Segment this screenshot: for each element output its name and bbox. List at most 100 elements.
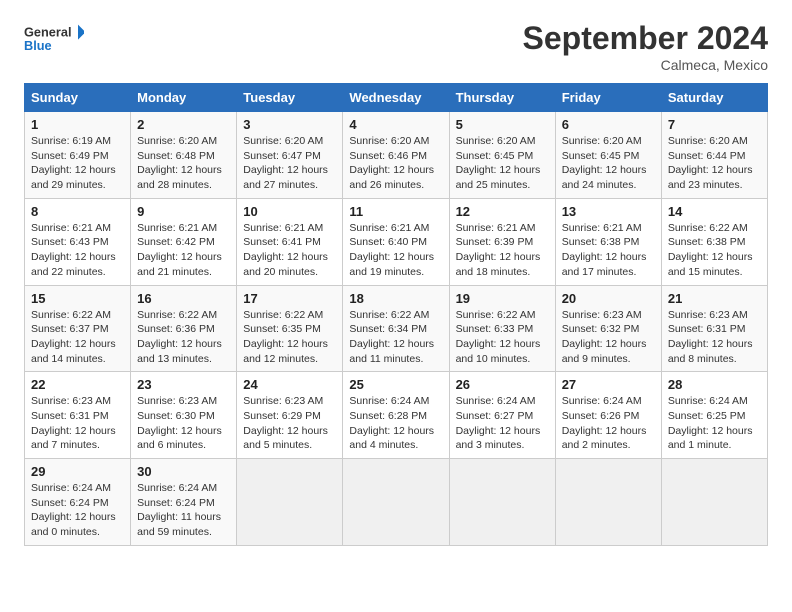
weekday-header-friday: Friday (555, 84, 661, 112)
calendar-cell: 7 Sunrise: 6:20 AM Sunset: 6:44 PM Daylig… (661, 112, 767, 199)
day-info: Sunrise: 6:21 AM Sunset: 6:40 PM Dayligh… (349, 221, 442, 280)
weekday-header-wednesday: Wednesday (343, 84, 449, 112)
calendar-cell: 25 Sunrise: 6:24 AM Sunset: 6:28 PM Dayli… (343, 372, 449, 459)
day-number: 24 (243, 377, 336, 392)
calendar-week-row: 8Sunrise: 6:21 AM Sunset: 6:43 PM Daylig… (25, 198, 768, 285)
calendar-cell: 17 Sunrise: 6:22 AM Sunset: 6:35 PM Dayli… (237, 285, 343, 372)
day-number: 7 (668, 117, 761, 132)
weekday-header-thursday: Thursday (449, 84, 555, 112)
calendar-cell (449, 459, 555, 546)
day-info: Sunrise: 6:24 AM Sunset: 6:27 PM Dayligh… (456, 394, 549, 453)
day-info: Sunrise: 6:21 AM Sunset: 6:42 PM Dayligh… (137, 221, 230, 280)
day-number: 8 (31, 204, 124, 219)
day-number: 15 (31, 291, 124, 306)
calendar-cell: 14 Sunrise: 6:22 AM Sunset: 6:38 PM Dayli… (661, 198, 767, 285)
day-number: 1 (31, 117, 124, 132)
calendar-cell: 8Sunrise: 6:21 AM Sunset: 6:43 PM Daylig… (25, 198, 131, 285)
day-info: Sunrise: 6:24 AM Sunset: 6:24 PM Dayligh… (31, 481, 124, 540)
day-info: Sunrise: 6:20 AM Sunset: 6:44 PM Dayligh… (668, 134, 761, 193)
day-number: 28 (668, 377, 761, 392)
weekday-header-sunday: Sunday (25, 84, 131, 112)
day-info: Sunrise: 6:22 AM Sunset: 6:35 PM Dayligh… (243, 308, 336, 367)
day-number: 25 (349, 377, 442, 392)
calendar-cell: 18 Sunrise: 6:22 AM Sunset: 6:34 PM Dayli… (343, 285, 449, 372)
day-info: Sunrise: 6:23 AM Sunset: 6:31 PM Dayligh… (31, 394, 124, 453)
day-number: 5 (456, 117, 549, 132)
calendar-cell: 1 Sunrise: 6:19 AM Sunset: 6:49 PM Daylig… (25, 112, 131, 199)
day-number: 13 (562, 204, 655, 219)
day-info: Sunrise: 6:22 AM Sunset: 6:36 PM Dayligh… (137, 308, 230, 367)
day-number: 17 (243, 291, 336, 306)
day-info: Sunrise: 6:19 AM Sunset: 6:49 PM Dayligh… (31, 134, 124, 193)
calendar-cell: 19 Sunrise: 6:22 AM Sunset: 6:33 PM Dayli… (449, 285, 555, 372)
day-info: Sunrise: 6:24 AM Sunset: 6:26 PM Dayligh… (562, 394, 655, 453)
calendar-week-row: 1 Sunrise: 6:19 AM Sunset: 6:49 PM Daylig… (25, 112, 768, 199)
calendar-table: SundayMondayTuesdayWednesdayThursdayFrid… (24, 83, 768, 546)
day-info: Sunrise: 6:22 AM Sunset: 6:34 PM Dayligh… (349, 308, 442, 367)
calendar-cell (343, 459, 449, 546)
calendar-cell: 24 Sunrise: 6:23 AM Sunset: 6:29 PM Dayli… (237, 372, 343, 459)
day-info: Sunrise: 6:24 AM Sunset: 6:24 PM Dayligh… (137, 481, 230, 540)
logo: General Blue (24, 20, 84, 60)
day-number: 10 (243, 204, 336, 219)
month-title: September 2024 (523, 20, 768, 57)
day-number: 3 (243, 117, 336, 132)
calendar-cell: 21Sunrise: 6:23 AM Sunset: 6:31 PM Dayli… (661, 285, 767, 372)
day-number: 16 (137, 291, 230, 306)
day-info: Sunrise: 6:23 AM Sunset: 6:30 PM Dayligh… (137, 394, 230, 453)
weekday-header-monday: Monday (131, 84, 237, 112)
day-info: Sunrise: 6:24 AM Sunset: 6:28 PM Dayligh… (349, 394, 442, 453)
day-info: Sunrise: 6:20 AM Sunset: 6:45 PM Dayligh… (562, 134, 655, 193)
calendar-week-row: 22Sunrise: 6:23 AM Sunset: 6:31 PM Dayli… (25, 372, 768, 459)
svg-text:General: General (24, 25, 71, 40)
day-info: Sunrise: 6:22 AM Sunset: 6:37 PM Dayligh… (31, 308, 124, 367)
day-info: Sunrise: 6:22 AM Sunset: 6:38 PM Dayligh… (668, 221, 761, 280)
day-info: Sunrise: 6:20 AM Sunset: 6:48 PM Dayligh… (137, 134, 230, 193)
calendar-cell: 16 Sunrise: 6:22 AM Sunset: 6:36 PM Dayli… (131, 285, 237, 372)
calendar-cell: 29 Sunrise: 6:24 AM Sunset: 6:24 PM Dayli… (25, 459, 131, 546)
day-info: Sunrise: 6:20 AM Sunset: 6:46 PM Dayligh… (349, 134, 442, 193)
calendar-cell: 4Sunrise: 6:20 AM Sunset: 6:46 PM Daylig… (343, 112, 449, 199)
calendar-cell: 6 Sunrise: 6:20 AM Sunset: 6:45 PM Daylig… (555, 112, 661, 199)
day-info: Sunrise: 6:20 AM Sunset: 6:45 PM Dayligh… (456, 134, 549, 193)
day-number: 20 (562, 291, 655, 306)
day-number: 14 (668, 204, 761, 219)
calendar-cell: 26 Sunrise: 6:24 AM Sunset: 6:27 PM Dayli… (449, 372, 555, 459)
calendar-cell: 20 Sunrise: 6:23 AM Sunset: 6:32 PM Dayli… (555, 285, 661, 372)
calendar-cell: 10 Sunrise: 6:21 AM Sunset: 6:41 PM Dayli… (237, 198, 343, 285)
day-number: 23 (137, 377, 230, 392)
calendar-cell (237, 459, 343, 546)
calendar-cell: 15 Sunrise: 6:22 AM Sunset: 6:37 PM Dayli… (25, 285, 131, 372)
calendar-cell: 3Sunrise: 6:20 AM Sunset: 6:47 PM Daylig… (237, 112, 343, 199)
day-info: Sunrise: 6:22 AM Sunset: 6:33 PM Dayligh… (456, 308, 549, 367)
calendar-cell: 28Sunrise: 6:24 AM Sunset: 6:25 PM Dayli… (661, 372, 767, 459)
day-number: 6 (562, 117, 655, 132)
day-info: Sunrise: 6:23 AM Sunset: 6:29 PM Dayligh… (243, 394, 336, 453)
day-number: 26 (456, 377, 549, 392)
calendar-week-row: 29 Sunrise: 6:24 AM Sunset: 6:24 PM Dayli… (25, 459, 768, 546)
day-info: Sunrise: 6:21 AM Sunset: 6:41 PM Dayligh… (243, 221, 336, 280)
calendar-cell: 2 Sunrise: 6:20 AM Sunset: 6:48 PM Daylig… (131, 112, 237, 199)
calendar-cell: 11 Sunrise: 6:21 AM Sunset: 6:40 PM Dayli… (343, 198, 449, 285)
logo-svg: General Blue (24, 20, 84, 60)
location-label: Calmeca, Mexico (523, 57, 768, 73)
weekday-header-tuesday: Tuesday (237, 84, 343, 112)
calendar-cell: 23 Sunrise: 6:23 AM Sunset: 6:30 PM Dayli… (131, 372, 237, 459)
calendar-cell: 12 Sunrise: 6:21 AM Sunset: 6:39 PM Dayli… (449, 198, 555, 285)
day-number: 9 (137, 204, 230, 219)
day-info: Sunrise: 6:21 AM Sunset: 6:39 PM Dayligh… (456, 221, 549, 280)
day-number: 18 (349, 291, 442, 306)
calendar-header-row: SundayMondayTuesdayWednesdayThursdayFrid… (25, 84, 768, 112)
calendar-cell (555, 459, 661, 546)
day-number: 11 (349, 204, 442, 219)
day-info: Sunrise: 6:23 AM Sunset: 6:32 PM Dayligh… (562, 308, 655, 367)
day-number: 12 (456, 204, 549, 219)
day-number: 29 (31, 464, 124, 479)
calendar-cell: 13Sunrise: 6:21 AM Sunset: 6:38 PM Dayli… (555, 198, 661, 285)
day-number: 27 (562, 377, 655, 392)
day-number: 19 (456, 291, 549, 306)
calendar-week-row: 15 Sunrise: 6:22 AM Sunset: 6:37 PM Dayli… (25, 285, 768, 372)
title-area: September 2024 Calmeca, Mexico (523, 20, 768, 73)
day-number: 2 (137, 117, 230, 132)
calendar-cell (661, 459, 767, 546)
